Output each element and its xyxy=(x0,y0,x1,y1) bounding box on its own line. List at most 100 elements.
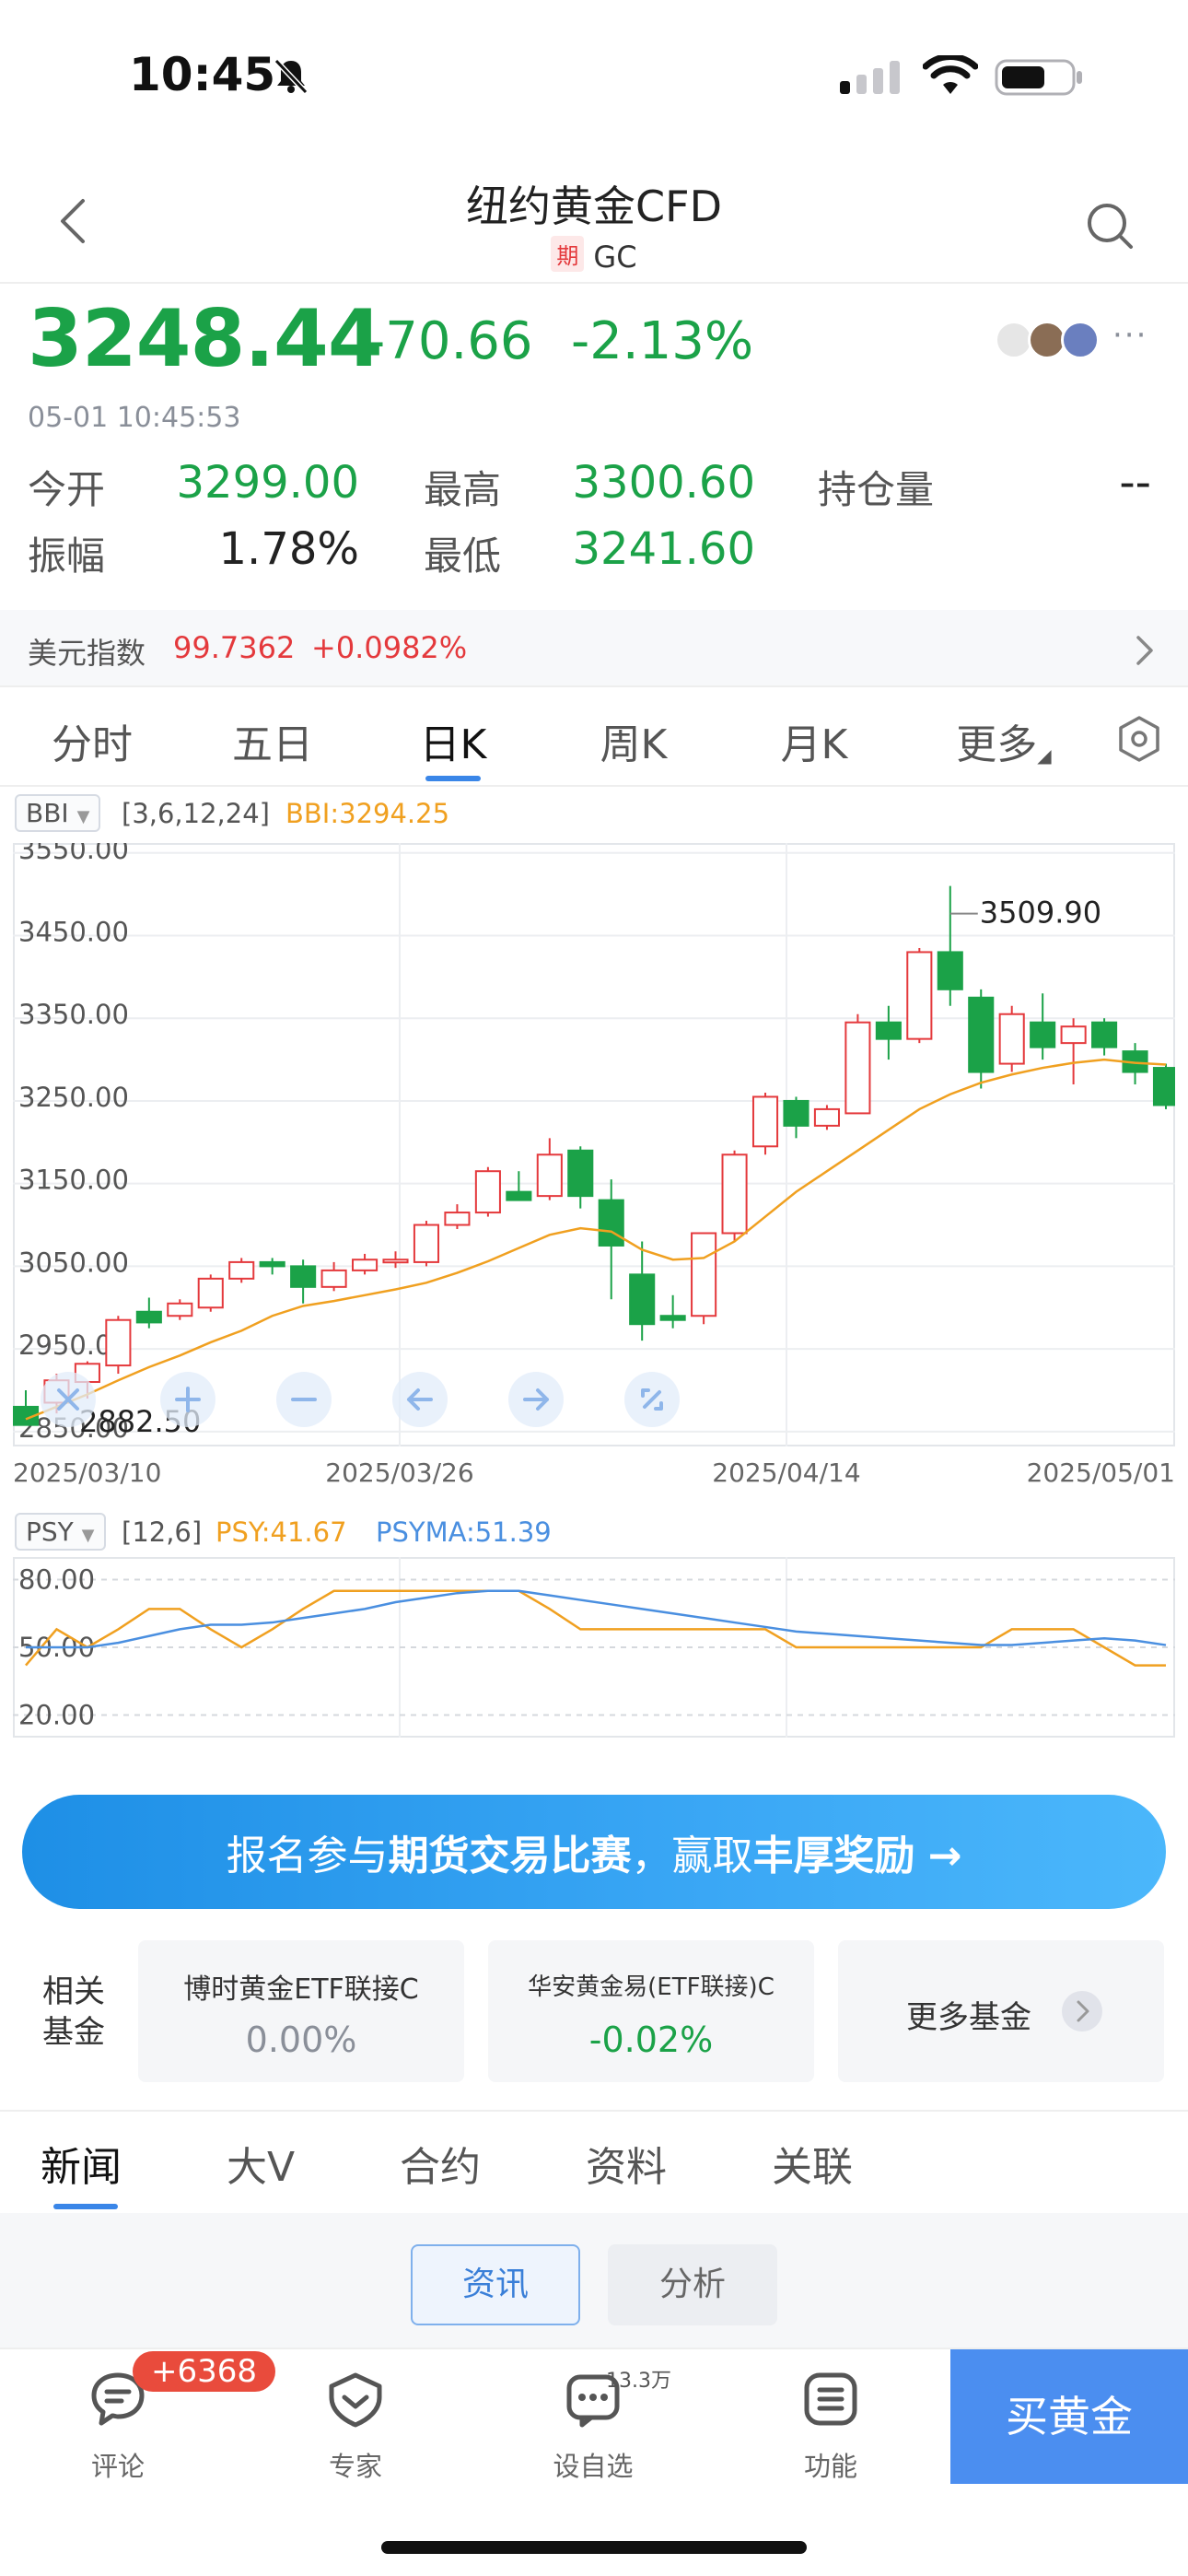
candle-body xyxy=(598,1199,624,1247)
symbol-code: GC xyxy=(593,240,637,275)
candle-body xyxy=(352,1259,379,1271)
y-axis-label: 3250.00 xyxy=(18,1082,129,1113)
stat-value-high: 3300.60 xyxy=(572,457,756,509)
prev-control-icon[interactable] xyxy=(392,1372,448,1427)
fund-name: 博时黄金ETF联接C xyxy=(183,1973,419,2006)
candle-body xyxy=(813,1107,840,1127)
candle-body xyxy=(751,1095,779,1148)
tab-daily-k[interactable]: 日K xyxy=(398,711,508,770)
cellular-signal-icon xyxy=(840,61,900,94)
y-axis-label: 3050.00 xyxy=(18,1247,129,1278)
y-axis-label: 3150.00 xyxy=(18,1165,129,1196)
fund-change: -0.02% xyxy=(588,2020,714,2060)
news-filter-area xyxy=(0,2213,1188,2348)
function-label: 功能 xyxy=(803,2451,857,2482)
status-time: 10:45 xyxy=(129,48,276,101)
watchlist-count: 13.3万 xyxy=(606,2370,671,2393)
tab-intraday[interactable]: 分时 xyxy=(37,711,147,770)
psyma-value: PSYMA:51.39 xyxy=(376,1516,552,1548)
comment-label: 评论 xyxy=(90,2451,145,2482)
chevron-right-icon[interactable] xyxy=(1135,634,1155,667)
candle-body xyxy=(1152,1067,1175,1107)
candle-body xyxy=(320,1269,347,1288)
tab-weekly-k[interactable]: 周K xyxy=(578,711,689,770)
high-annotation: 3509.90 xyxy=(980,896,1101,931)
buy-gold-button[interactable]: 买黄金 xyxy=(950,2349,1188,2484)
chart-frame xyxy=(13,843,1175,1446)
candle-body xyxy=(506,1190,532,1201)
indicator-selector-psy[interactable]: PSY ▼ xyxy=(15,1513,106,1551)
tab-news[interactable]: 新闻 xyxy=(41,2134,122,2193)
futures-badge: 期 xyxy=(551,236,585,272)
news-filter-button[interactable]: 资讯 xyxy=(411,2244,580,2325)
psy-params: [12,6] xyxy=(122,1516,203,1548)
candle-body xyxy=(998,1013,1025,1065)
stat-label-low: 最低 xyxy=(424,533,502,579)
last-price: 3248.44 xyxy=(28,293,383,385)
search-icon[interactable] xyxy=(1085,201,1135,251)
home-indicator[interactable] xyxy=(381,2541,807,2554)
tab-info[interactable]: 资料 xyxy=(586,2134,667,2193)
candle-body xyxy=(875,1021,902,1040)
x-axis-label: 2025/04/14 xyxy=(712,1458,861,1488)
follower-avatars[interactable] xyxy=(995,321,1105,359)
fullscreen-control-icon[interactable] xyxy=(624,1372,680,1427)
x-axis-label: 2025/03/10 xyxy=(13,1458,162,1488)
fund-card[interactable]: 博时黄金ETF联接C 0.00% xyxy=(138,1940,464,2082)
y-axis-label: 3450.00 xyxy=(18,916,129,947)
tab-more[interactable]: 更多◢ xyxy=(949,711,1059,770)
zoom-out-control-icon[interactable] xyxy=(276,1372,332,1427)
analysis-filter-button[interactable]: 分析 xyxy=(608,2244,777,2325)
tab-contract[interactable]: 合约 xyxy=(400,2134,481,2193)
candle-body xyxy=(906,951,933,1040)
settings-hexagon-icon[interactable] xyxy=(1116,715,1162,763)
watchlist-label: 设自选 xyxy=(553,2451,634,2482)
candle-body xyxy=(1060,1025,1087,1045)
fund-change: 0.00% xyxy=(245,2020,357,2060)
stat-label-high: 最高 xyxy=(424,467,502,512)
expert-button[interactable]: 专家 xyxy=(282,2366,429,2482)
banner-text-part: 报名参与 xyxy=(226,1832,389,1879)
stat-value-open-interest: -- xyxy=(1119,457,1151,509)
tab-related[interactable]: 关联 xyxy=(772,2134,853,2193)
next-control-icon[interactable] xyxy=(508,1372,564,1427)
psy-value: PSY:41.67 xyxy=(215,1516,347,1548)
usd-index-label: 美元指数 xyxy=(28,636,146,671)
bbi-line xyxy=(25,1058,1167,1421)
banner-text-part: ，赢取 xyxy=(631,1832,753,1879)
battery-icon xyxy=(995,59,1082,96)
symbol-subtitle: 期 GC xyxy=(0,236,1188,275)
candle-body xyxy=(659,1315,686,1321)
comment-count-badge: +6368 xyxy=(133,2351,276,2392)
divider xyxy=(0,785,1188,787)
bell-muted-icon xyxy=(274,58,309,94)
function-button[interactable]: 功能 xyxy=(757,2366,904,2482)
dropdown-caret-icon: ▼ xyxy=(76,807,90,826)
related-funds-label: 相关基金 xyxy=(42,1973,105,2051)
x-axis-label: 2025/03/26 xyxy=(325,1458,474,1488)
chevron-circle-right-icon xyxy=(1062,1991,1102,2032)
usd-index-change: +0.0982% xyxy=(311,630,468,665)
tab-big-v[interactable]: 大V xyxy=(227,2134,295,2193)
x-axis-label: 2025/05/01 xyxy=(1026,1458,1175,1488)
candle-body xyxy=(629,1273,656,1326)
y-axis-label: 80.00 xyxy=(18,1564,95,1596)
candle-body xyxy=(937,951,963,990)
expand-control-icon[interactable] xyxy=(41,1372,96,1427)
zoom-in-control-icon[interactable] xyxy=(160,1372,215,1427)
fund-card[interactable]: 华安黄金易(ETF联接)C -0.02% xyxy=(488,1940,814,2082)
more-options-icon[interactable]: ··· xyxy=(1112,317,1147,354)
candle-body xyxy=(567,1149,594,1198)
candle-body xyxy=(783,1099,809,1127)
price-change: -70.66 xyxy=(367,311,533,371)
expert-label: 专家 xyxy=(328,2451,382,2482)
candle-body xyxy=(290,1265,317,1288)
bbi-value: BBI:3294.25 xyxy=(285,798,450,829)
tab-five-day[interactable]: 五日 xyxy=(217,711,328,770)
banner-text: 报名参与期货交易比赛，赢取丰厚奖励 → xyxy=(22,1822,1166,1881)
candlestick-chart[interactable]: 3550.00 3450.00 3350.00 3250.00 3150.00 3050.… xyxy=(13,843,1175,1453)
indicator-selector-bbi[interactable]: BBI ▼ xyxy=(15,794,101,832)
tab-monthly-k[interactable]: 月K xyxy=(759,711,869,770)
psy-indicator-chart[interactable]: 80.0050.0020.00 xyxy=(13,1557,1175,1741)
y-axis-label: 3350.00 xyxy=(18,999,129,1030)
